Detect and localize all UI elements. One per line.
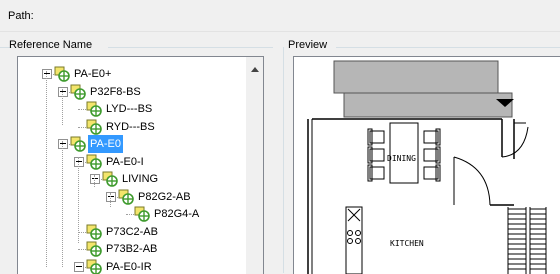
reference-tree[interactable]: PA-E0+P32F8-BSLYD---BSRYD---BSPA-E0PA-E0… [17,56,264,274]
collapse-toggle-icon[interactable] [90,174,100,184]
scroll-up-arrow-icon[interactable] [251,67,259,72]
preview-label: Preview [288,39,327,51]
xref-icon [70,84,86,100]
xref-icon [86,224,102,240]
tree-vertical-scrollbar[interactable] [246,57,263,274]
room-label-kitchen: KITCHEN [390,239,424,248]
tree-guide-line [78,157,79,243]
tree-item-label: PA-E0+ [72,65,113,83]
xref-icon [70,136,86,152]
collapse-toggle-icon[interactable] [58,139,68,149]
gray-block [334,61,498,93]
tree-item[interactable]: P82G2-AB [18,188,246,206]
tree-item[interactable]: PA-E0 [18,135,246,153]
collapse-toggle-icon[interactable] [74,157,84,167]
group-border [283,47,284,273]
tree-item-label: LIVING [120,170,160,188]
floorplan-drawing: DINING KITCHEN [294,57,560,274]
room-label-dining: DINING [387,154,416,163]
tree-item-label: P82G4-A [152,205,201,223]
xref-icon [86,241,102,257]
gray-block [344,93,512,117]
tree-item[interactable]: LYD---BS [18,100,246,118]
xref-icon [118,189,134,205]
tree-guide-line [110,193,111,207]
tree-item-label: RYD---BS [104,118,157,136]
xref-icon [86,259,102,274]
tree-guide-line [62,89,63,125]
tree-item[interactable]: PA-E0+ [18,65,246,83]
xref-icon [102,171,118,187]
tree-item-label: LYD---BS [104,100,154,118]
group-border [336,47,560,48]
preview-pane: DINING KITCHEN [293,56,560,274]
xref-icon [134,206,150,222]
tree-item[interactable]: RYD---BS [18,118,246,136]
path-label: Path: [8,10,34,22]
path-divider [0,31,560,32]
group-border [108,47,273,48]
tree-item-label: P32F8-BS [88,83,143,101]
tree-guide-line [62,141,63,267]
tree-item-label: P82G2-AB [136,188,193,206]
tree-item-label: PA-E0 [88,135,123,153]
tree-item[interactable]: P32F8-BS [18,83,246,101]
tree-item-label: PA-E0-I [104,153,146,171]
collapse-toggle-icon[interactable] [42,69,52,79]
xref-icon [86,101,102,117]
reference-name-label: Reference Name [9,39,92,51]
tree-guide-line [94,175,95,187]
tree-item[interactable]: P82G4-A [18,205,246,223]
tree-item[interactable]: P73B2-AB [18,240,246,258]
tree-item[interactable]: PA-E0-I [18,153,246,171]
tree-item[interactable]: P73C2-AB [18,223,246,241]
collapse-toggle-icon[interactable] [58,87,68,97]
tree-item-label: P73B2-AB [104,240,159,258]
xref-icon [86,119,102,135]
collapse-toggle-icon[interactable] [106,192,116,202]
tree-item-label: PA-E0-IR [104,258,154,274]
collapse-toggle-icon[interactable] [74,262,84,272]
tree-item[interactable]: LIVING [18,170,246,188]
tree-guide-line [46,71,47,267]
xref-icon [54,66,70,82]
tree-item-label: P73C2-AB [104,223,160,241]
tree-item[interactable]: PA-E0-IR [18,258,246,274]
xref-icon [86,154,102,170]
